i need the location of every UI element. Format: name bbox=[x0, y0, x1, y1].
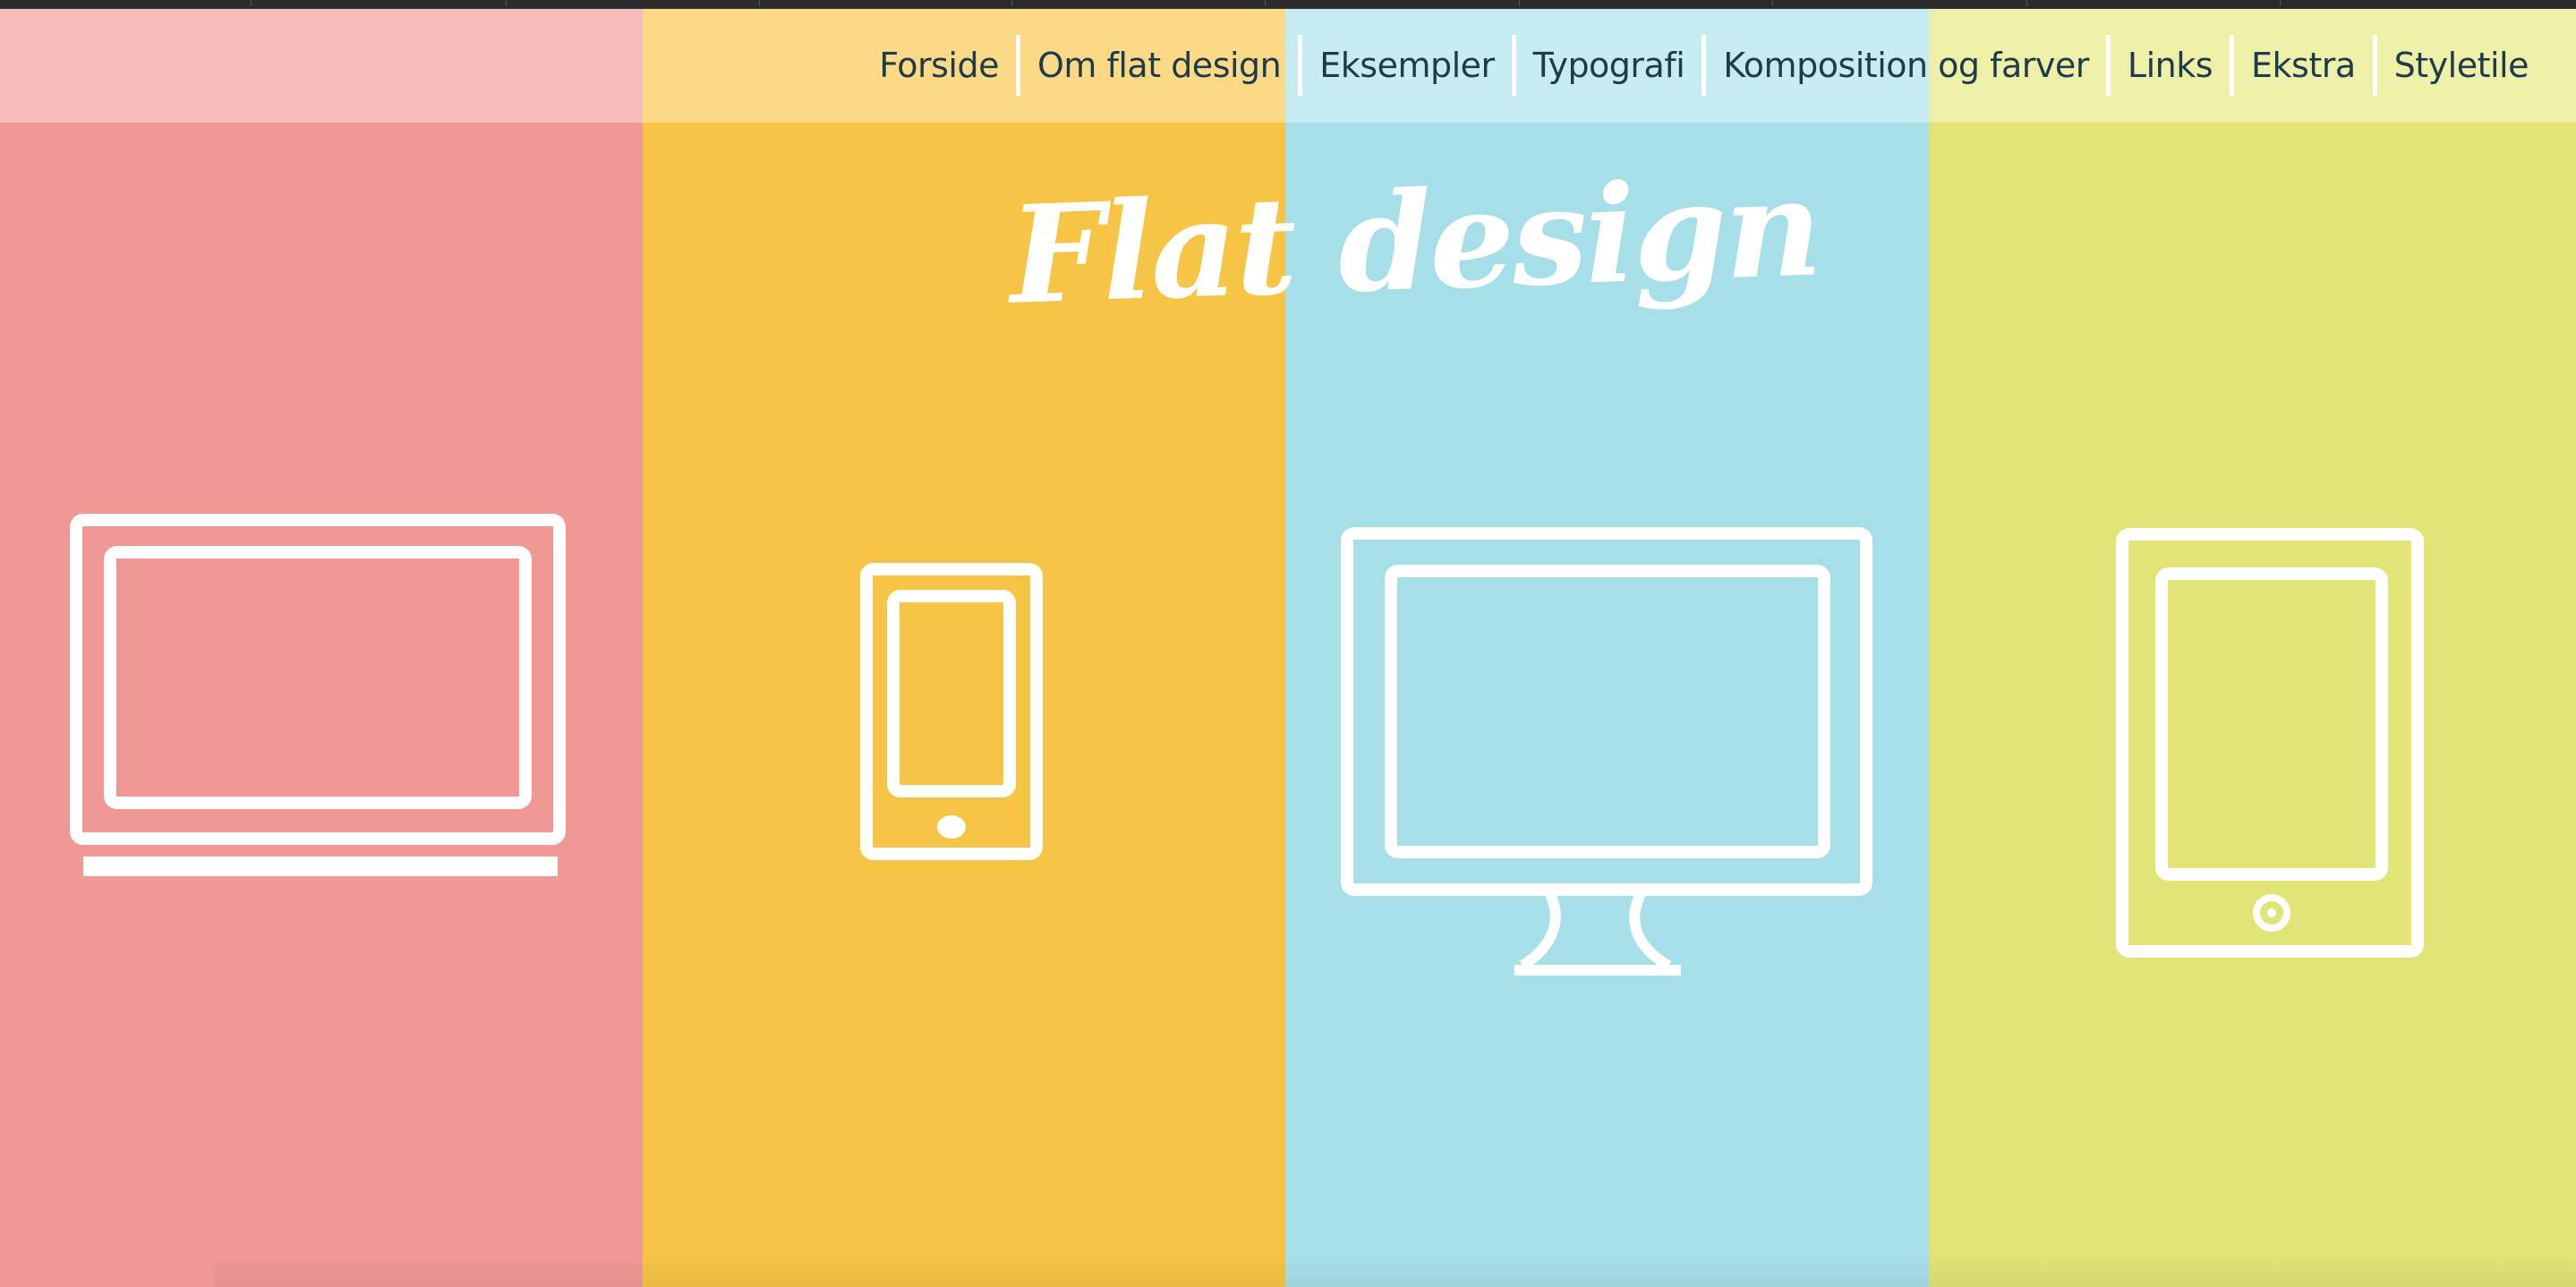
nav-item-ekstra[interactable]: Ekstra bbox=[2234, 46, 2373, 85]
nav-item-om-flat-design[interactable]: Om flat design bbox=[1020, 46, 1298, 85]
page: Forside Om flat design Eksempler Typogra… bbox=[0, 0, 2576, 1287]
column-tablet bbox=[1929, 8, 2576, 1287]
nav-item-eksempler[interactable]: Eksempler bbox=[1302, 46, 1511, 85]
nav-item-links[interactable]: Links bbox=[2111, 46, 2230, 85]
nav-item-forside[interactable]: Forside bbox=[862, 46, 1016, 85]
laptop-icon bbox=[70, 514, 566, 876]
nav-item-komposition-og-farver[interactable]: Komposition og farver bbox=[1706, 46, 2106, 85]
column-laptop bbox=[0, 8, 643, 1287]
bottom-shadow bbox=[215, 1253, 2576, 1287]
page-title: Flat design bbox=[1007, 149, 1822, 335]
smartphone-icon bbox=[860, 563, 1043, 860]
nav-item-typografi[interactable]: Typografi bbox=[1516, 46, 1702, 85]
nav-item-styletile[interactable]: Styletile bbox=[2377, 46, 2546, 85]
main-navigation: Forside Om flat design Eksempler Typogra… bbox=[862, 8, 2546, 123]
tablet-icon bbox=[2116, 528, 2424, 958]
browser-top-strip bbox=[0, 0, 2576, 9]
desktop-monitor-icon bbox=[1341, 527, 1872, 976]
